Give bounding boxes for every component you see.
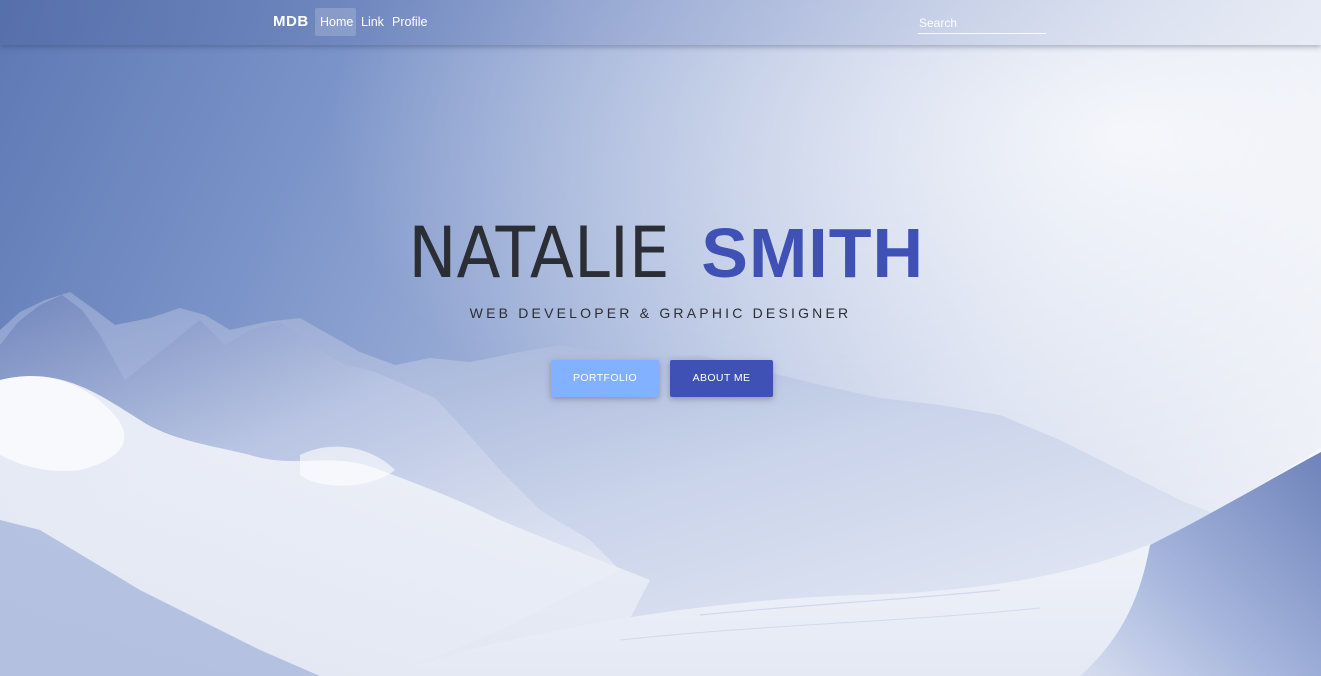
nav-item-profile[interactable]: Profile [387, 8, 432, 36]
hero-first-name: NATALIE [408, 212, 670, 294]
portfolio-button[interactable]: PORTFOLIO [551, 360, 659, 397]
hero-subtitle: WEB DEVELOPER & GRAPHIC DESIGNER [469, 305, 852, 321]
brand-logo[interactable]: MDB [273, 13, 309, 30]
hero-last-name: SMITH [701, 214, 925, 292]
mountain-background-image [0, 0, 1321, 676]
nav-item-link[interactable]: Link [356, 8, 389, 36]
nav-item-home[interactable]: Home [315, 8, 356, 36]
navbar: MDB Home Link Profile [0, 0, 1321, 45]
hero-title: NATALIE SMITH [0, 213, 1321, 293]
search-input[interactable] [918, 12, 1046, 34]
about-me-button[interactable]: ABOUT ME [670, 360, 773, 397]
hero-section [0, 0, 1321, 676]
